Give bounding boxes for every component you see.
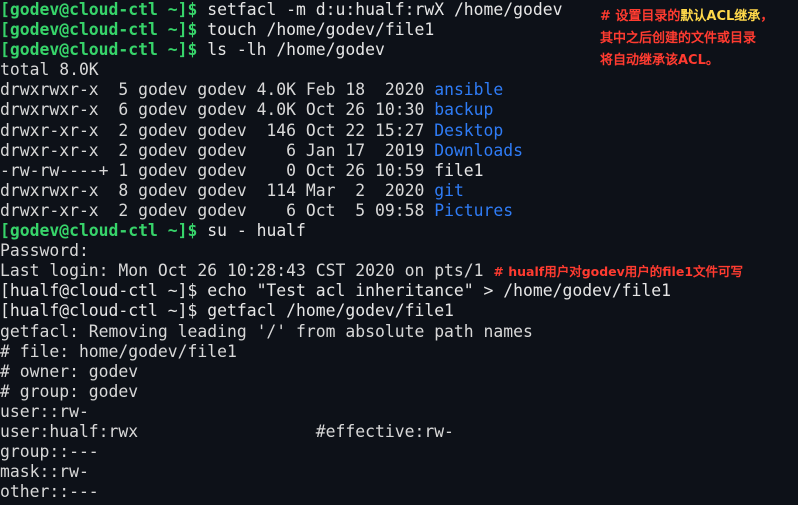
annotation-line-3: 将自动继承该ACL。 bbox=[600, 53, 719, 68]
command-line: [hualf@cloud-ctl ~]$ echo "Test acl inhe… bbox=[0, 281, 798, 301]
directory-name: git bbox=[434, 180, 464, 200]
annotation-line-1: # 设置目录的默认ACL继承， bbox=[600, 9, 774, 24]
command-text: [hualf@cloud-ctl ~]$ echo "Test acl inhe… bbox=[0, 281, 672, 301]
directory-name: backup bbox=[434, 100, 494, 120]
directory-name: Pictures bbox=[434, 200, 514, 220]
output-text: getfacl: Removing leading '/' from absol… bbox=[0, 321, 533, 341]
ls-entry: -rw-rw----+ 1 godev godev 0 Oct 26 10:59… bbox=[0, 161, 798, 181]
shell-prompt: [godev@cloud-ctl ~]$ bbox=[0, 0, 198, 19]
output-line: group::--- bbox=[0, 442, 798, 462]
command-text: ls -lh /home/godev bbox=[197, 40, 385, 60]
output-text: Password: bbox=[0, 241, 89, 261]
file-name: file1 bbox=[434, 160, 484, 180]
output-line: other::--- bbox=[0, 482, 798, 502]
output-text: total 8.0K bbox=[0, 60, 99, 80]
ls-entry-meta: drwxr-xr-x 2 godev godev 146 Oct 22 15:2… bbox=[0, 120, 435, 140]
shell-prompt: [godev@cloud-ctl ~]$ bbox=[0, 20, 198, 40]
ls-entry-meta: drwxr-xr-x 2 godev godev 6 Jan 17 2019 bbox=[0, 140, 435, 160]
directory-name: Desktop bbox=[434, 120, 504, 140]
annotation-highlight: 默认ACL继承 bbox=[680, 9, 761, 24]
annotation-line-2: 其中之后创建的文件或目录 bbox=[600, 31, 757, 46]
output-text: # owner: godev bbox=[0, 361, 139, 381]
output-line: # owner: godev bbox=[0, 362, 798, 382]
ls-entry-meta: drwxrwxr-x 8 godev godev 114 Mar 2 2020 bbox=[0, 180, 435, 200]
output-text: # file: home/godev/file1 bbox=[0, 341, 237, 361]
output-text: user::rw- bbox=[0, 401, 89, 421]
output-line: # group: godev bbox=[0, 382, 798, 402]
ls-entry: drwxrwxr-x 5 godev godev 4.0K Feb 18 202… bbox=[0, 80, 798, 100]
ls-entry-meta: drwxrwxr-x 6 godev godev 4.0K Oct 26 10:… bbox=[0, 100, 435, 120]
ls-entry: drwxr-xr-x 2 godev godev 6 Oct 5 09:58 P… bbox=[0, 201, 798, 221]
shell-prompt: [godev@cloud-ctl ~]$ bbox=[0, 40, 198, 60]
command-text: su - hualf bbox=[197, 221, 306, 241]
command-text: [hualf@cloud-ctl ~]$ getfacl /home/godev… bbox=[0, 301, 454, 321]
ls-entry: drwxr-xr-x 2 godev godev 146 Oct 22 15:2… bbox=[0, 121, 798, 141]
output-line: user:hualf:rwx #effective:rw- bbox=[0, 422, 798, 442]
output-line: getfacl: Removing leading '/' from absol… bbox=[0, 322, 798, 342]
output-text: group::--- bbox=[0, 442, 99, 462]
ls-entry-meta: drwxr-xr-x 2 godev godev 6 Oct 5 09:58 bbox=[0, 200, 435, 220]
ls-entry: drwxrwxr-x 6 godev godev 4.0K Oct 26 10:… bbox=[0, 100, 798, 120]
ls-entry-meta: -rw-rw----+ 1 godev godev 0 Oct 26 10:59 bbox=[0, 160, 435, 180]
command-line: [hualf@cloud-ctl ~]$ getfacl /home/godev… bbox=[0, 301, 798, 321]
command-line: [godev@cloud-ctl ~]$ su - hualf bbox=[0, 221, 798, 241]
directory-name: ansible bbox=[434, 80, 504, 100]
ls-entry: drwxr-xr-x 2 godev godev 6 Jan 17 2019 D… bbox=[0, 141, 798, 161]
terminal-output[interactable]: [godev@cloud-ctl ~]$ setfacl -m d:u:hual… bbox=[0, 0, 798, 505]
output-text: Last login: Mon Oct 26 10:28:43 CST 2020… bbox=[0, 261, 494, 281]
output-text: mask::rw- bbox=[0, 462, 89, 482]
command-text: setfacl -m d:u:hualf:rwX /home/godev bbox=[197, 0, 563, 19]
output-line: # file: home/godev/file1 bbox=[0, 342, 798, 362]
annotation-default-acl: # 设置目录的默认ACL继承， 其中之后创建的文件或目录 将自动继承该ACL。 bbox=[600, 6, 773, 72]
output-text: other::--- bbox=[0, 482, 99, 502]
output-line: Password: bbox=[0, 241, 798, 261]
output-line: user::rw- bbox=[0, 402, 798, 422]
output-text: # group: godev bbox=[0, 381, 139, 401]
command-text: touch /home/godev/file1 bbox=[197, 20, 435, 40]
shell-prompt: [godev@cloud-ctl ~]$ bbox=[0, 221, 198, 241]
output-line: mask::rw- bbox=[0, 462, 798, 482]
ls-entry-meta: drwxrwxr-x 5 godev godev 4.0K Feb 18 202… bbox=[0, 80, 435, 100]
annotation-write-access: # hualf用户对godev用户的file1文件可写 bbox=[493, 264, 744, 280]
output-text: user:hualf:rwx #effective:rw- bbox=[0, 421, 454, 441]
ls-entry: drwxrwxr-x 8 godev godev 114 Mar 2 2020 … bbox=[0, 181, 798, 201]
directory-name: Downloads bbox=[434, 140, 524, 160]
output-line: Last login: Mon Oct 26 10:28:43 CST 2020… bbox=[0, 261, 798, 281]
